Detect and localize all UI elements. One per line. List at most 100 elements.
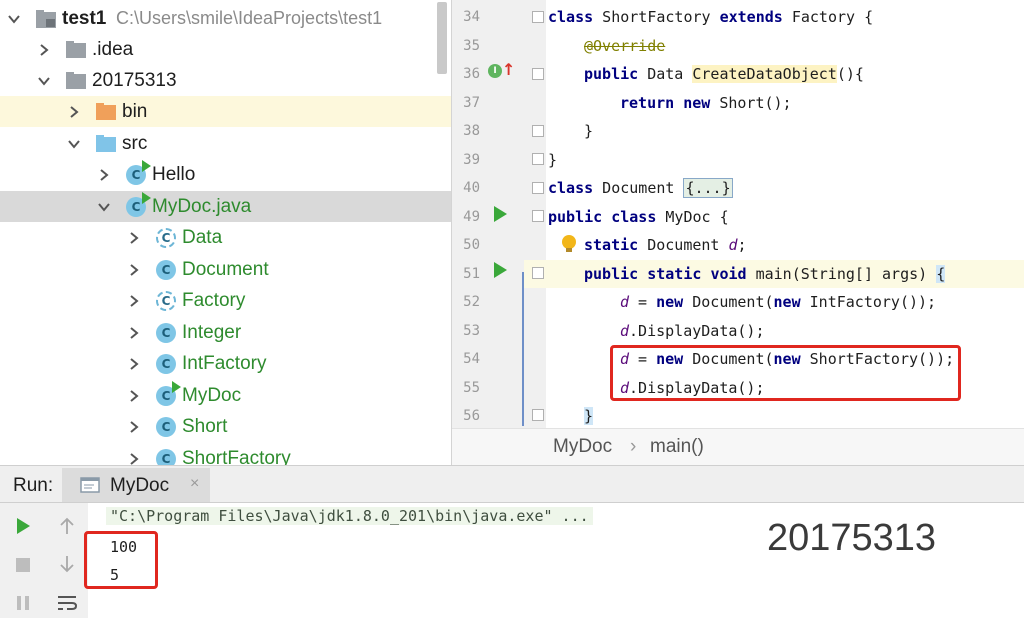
chevron-right-icon[interactable]: [67, 105, 81, 119]
code-field: d: [620, 322, 630, 340]
chevron-down-icon[interactable]: [97, 200, 111, 214]
code-field: d: [620, 293, 630, 311]
source-folder-icon: [96, 134, 116, 154]
code-line-38[interactable]: }: [584, 117, 593, 145]
fold-marker-icon[interactable]: [532, 267, 544, 279]
class-icon: C: [156, 353, 176, 374]
code-line-34[interactable]: class ShortFactory extends Factory {: [548, 3, 873, 31]
line-number: 53: [463, 323, 480, 339]
chevron-down-icon[interactable]: [67, 137, 81, 151]
folded-code-placeholder[interactable]: {...}: [683, 178, 733, 198]
tree-label: test1: [62, 7, 107, 29]
tree-row-root[interactable]: test1 C:\Users\smile\IdeaProjects\test1: [0, 3, 451, 34]
chevron-right-icon[interactable]: [127, 420, 141, 434]
code-line-51[interactable]: public static void main(String[] args) {: [584, 260, 946, 288]
fold-marker-icon[interactable]: [532, 68, 544, 80]
tree-row-bin[interactable]: bin: [0, 96, 451, 127]
breadcrumb: MyDoc › main(): [452, 428, 1024, 465]
tree-row-mydoc[interactable]: C MyDoc: [0, 380, 451, 411]
line-number: 37: [463, 95, 480, 111]
project-folder-icon: [36, 9, 56, 29]
soft-wrap-icon[interactable]: [56, 592, 78, 614]
code-line-49[interactable]: public class MyDoc {: [548, 203, 729, 231]
chevron-down-icon[interactable]: [37, 74, 51, 88]
lightbulb-icon[interactable]: [560, 234, 578, 259]
chevron-right-icon[interactable]: [97, 168, 111, 182]
fold-marker-icon[interactable]: [532, 153, 544, 165]
tree-row-hello[interactable]: C Hello: [0, 159, 451, 190]
console-icon: [80, 477, 100, 498]
arrow-down-icon[interactable]: [56, 553, 78, 575]
code-keyword: public: [584, 65, 639, 83]
code-line-39[interactable]: }: [548, 146, 557, 174]
run-tab-mydoc[interactable]: MyDoc ×: [62, 468, 210, 502]
implements-method-icon[interactable]: I: [488, 64, 502, 78]
tree-row-intfactory[interactable]: C IntFactory: [0, 348, 451, 379]
code-text: Document: [638, 236, 729, 254]
chevron-right-icon[interactable]: [127, 231, 141, 245]
tree-scrollbar[interactable]: [437, 2, 447, 74]
code-text: Factory {: [782, 8, 874, 26]
project-path: C:\Users\smile\IdeaProjects\test1: [116, 8, 383, 28]
code-line-37[interactable]: return new Short();: [620, 89, 792, 117]
code-line-35[interactable]: @Override: [584, 32, 665, 60]
fold-marker-icon[interactable]: [532, 11, 544, 23]
close-icon[interactable]: ×: [190, 475, 199, 493]
stop-icon[interactable]: [12, 554, 34, 576]
tree-row-src[interactable]: src: [0, 128, 451, 159]
tree-label: Document: [182, 258, 269, 280]
runnable-class-icon: C: [126, 191, 151, 217]
arrow-up-icon[interactable]: [56, 515, 78, 537]
arrow-up-icon: ↑: [502, 60, 516, 79]
fold-marker-icon[interactable]: [532, 125, 544, 137]
pause-icon[interactable]: [12, 592, 34, 614]
tree-row-data[interactable]: C Data: [0, 222, 451, 253]
chevron-right-icon[interactable]: [127, 357, 141, 371]
code-line-40[interactable]: class Document {...}: [548, 174, 733, 202]
chevron-down-icon[interactable]: [7, 12, 21, 26]
run-class-icon[interactable]: [494, 206, 507, 222]
line-number: 49: [463, 209, 480, 225]
fold-expand-icon[interactable]: [532, 182, 544, 194]
chevron-right-icon[interactable]: [127, 389, 141, 403]
breadcrumb-method[interactable]: main(): [650, 436, 704, 458]
tree-row-20175313[interactable]: 20175313: [0, 65, 451, 96]
tree-row-integer[interactable]: C Integer: [0, 317, 451, 348]
code-keyword: void: [710, 265, 747, 283]
tree-row-shortfactory[interactable]: C ShortFactory: [0, 443, 451, 466]
tree-label: Factory: [182, 289, 246, 311]
run-tab-label: MyDoc: [110, 475, 170, 496]
breadcrumb-file[interactable]: MyDoc: [553, 436, 612, 458]
student-id-watermark: 20175313: [767, 517, 937, 559]
breadcrumb-separator: ›: [630, 436, 637, 457]
chevron-right-icon[interactable]: [127, 263, 141, 277]
rerun-icon[interactable]: [12, 515, 34, 537]
code-line-53[interactable]: d.DisplayData();: [620, 317, 765, 345]
line-number: 51: [463, 266, 480, 282]
class-icon: C: [156, 322, 176, 343]
tree-row-mydoc-java[interactable]: C MyDoc.java: [0, 191, 451, 222]
tree-label: IntFactory: [182, 352, 267, 374]
code-keyword: class: [611, 208, 657, 226]
folder-icon: [66, 40, 86, 60]
tree-row-document[interactable]: C Document: [0, 254, 451, 285]
tree-row-short[interactable]: C Short: [0, 411, 451, 442]
code-line-36[interactable]: public Data CreateDataObject(){: [584, 60, 864, 88]
chevron-right-icon[interactable]: [127, 326, 141, 340]
chevron-right-icon[interactable]: [127, 294, 141, 308]
code-line-56[interactable]: }: [584, 402, 594, 428]
code-keyword: static: [647, 265, 702, 283]
line-number: 38: [463, 123, 480, 139]
fold-marker-icon[interactable]: [532, 210, 544, 222]
tree-row-factory[interactable]: C Factory: [0, 285, 451, 316]
code-line-52[interactable]: d = new Document(new IntFactory());: [620, 288, 936, 316]
run-main-icon[interactable]: [494, 262, 507, 278]
code-keyword: public: [584, 265, 639, 283]
code-text: Document: [593, 179, 684, 197]
chevron-right-icon[interactable]: [127, 452, 141, 466]
fold-marker-icon[interactable]: [532, 409, 544, 421]
chevron-right-icon[interactable]: [37, 43, 51, 57]
highlight-box-code: [610, 345, 961, 401]
code-line-50[interactable]: static Document d;: [584, 231, 747, 259]
tree-row-idea[interactable]: .idea: [0, 34, 451, 65]
